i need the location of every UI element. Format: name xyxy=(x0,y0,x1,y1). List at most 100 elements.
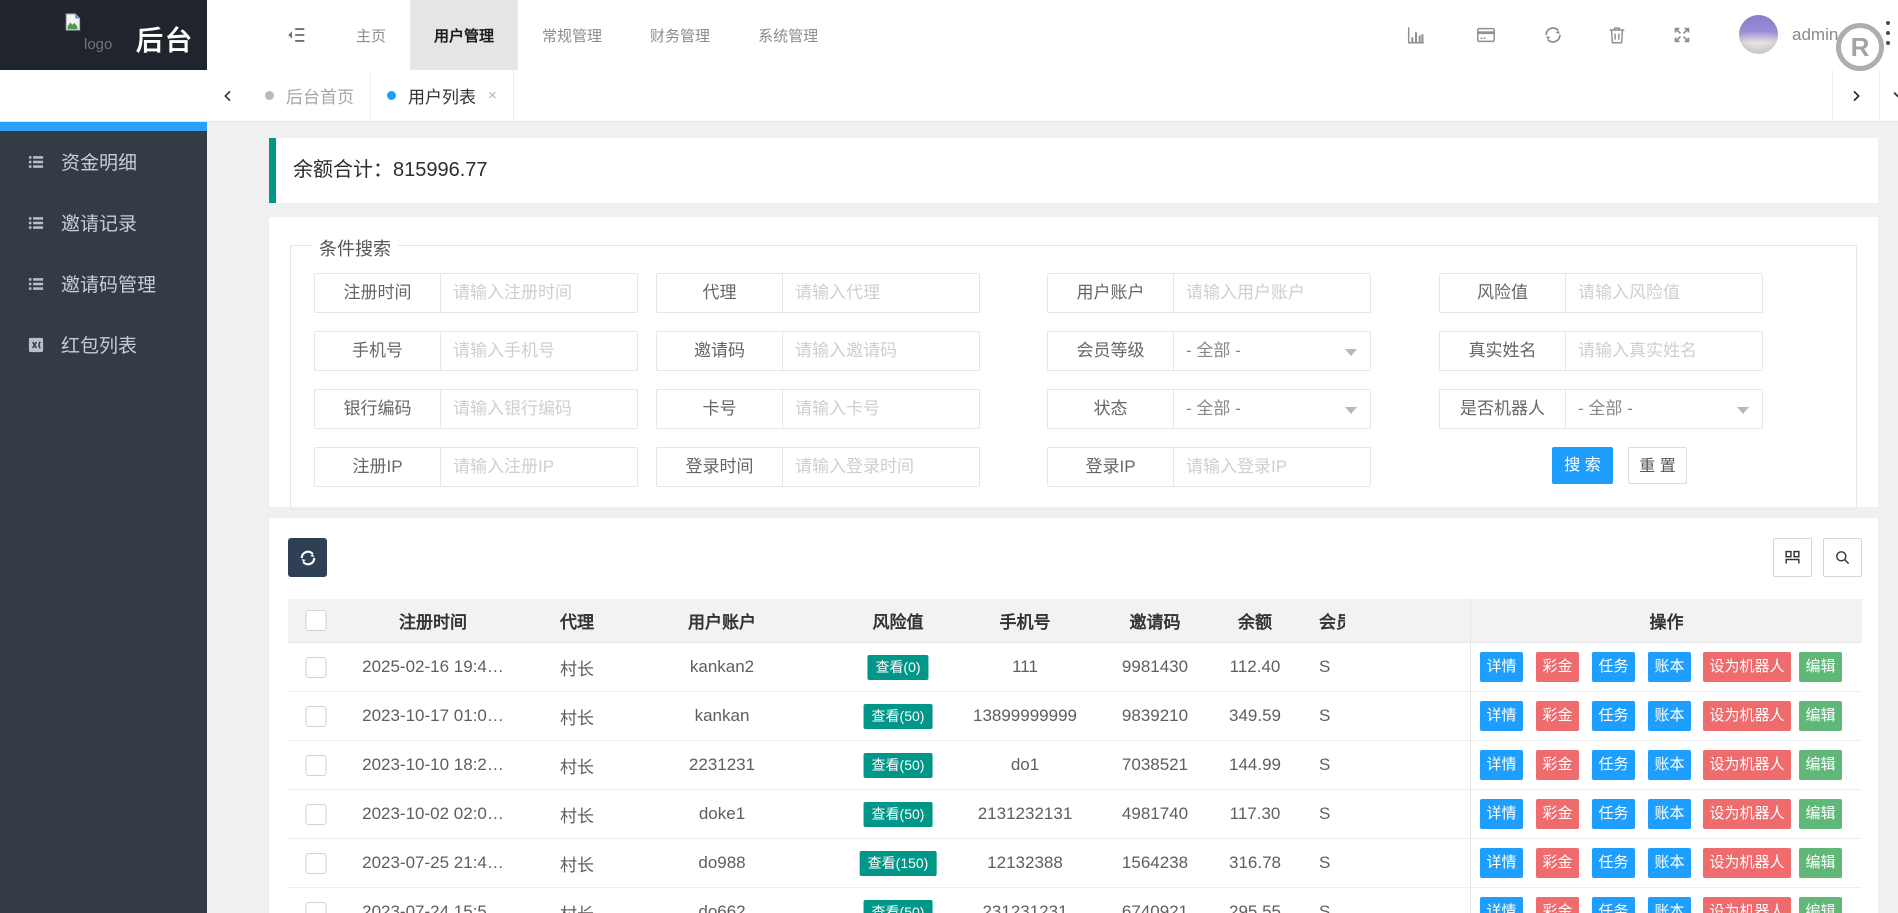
bar-chart-icon[interactable] xyxy=(1405,24,1427,46)
field-input[interactable]: 请输入注册IP xyxy=(440,447,638,487)
cell-phone: 231231231 xyxy=(982,902,1068,913)
field-input[interactable]: 请输入手机号 xyxy=(440,331,638,371)
table-search-button[interactable] xyxy=(1823,538,1862,577)
row-checkbox[interactable] xyxy=(305,803,327,825)
field-input[interactable]: 请输入用户账户 xyxy=(1173,273,1371,313)
op-button-task[interactable]: 任务 xyxy=(1592,848,1635,878)
op-button-task[interactable]: 任务 xyxy=(1592,652,1635,682)
nav-item-3[interactable]: 财务管理 xyxy=(626,0,734,70)
fullscreen-icon[interactable] xyxy=(1671,24,1693,46)
op-button-bonus[interactable]: 彩金 xyxy=(1536,799,1579,829)
risk-view-badge[interactable]: 查看(50) xyxy=(863,703,933,729)
op-button-set-robot[interactable]: 设为机器人 xyxy=(1703,701,1791,731)
op-button-set-robot[interactable]: 设为机器人 xyxy=(1703,848,1791,878)
op-button-bonus[interactable]: 彩金 xyxy=(1536,701,1579,731)
row-checkbox-cell xyxy=(305,888,327,913)
risk-view-badge[interactable]: 查看(150) xyxy=(859,850,937,876)
select-all-checkbox[interactable] xyxy=(305,610,327,631)
op-button-edit[interactable]: 编辑 xyxy=(1799,897,1842,913)
op-button-task[interactable]: 任务 xyxy=(1592,701,1635,731)
cell-balance: 117.30 xyxy=(1229,804,1281,823)
field-input[interactable]: 请输入真实姓名 xyxy=(1565,331,1763,371)
op-button-ledger[interactable]: 账本 xyxy=(1648,848,1691,878)
op-button-bonus[interactable]: 彩金 xyxy=(1536,750,1579,780)
avatar[interactable] xyxy=(1739,15,1778,54)
table-columns-button[interactable] xyxy=(1773,538,1812,577)
op-button-detail[interactable]: 详情 xyxy=(1480,701,1523,731)
op-button-edit[interactable]: 编辑 xyxy=(1799,701,1842,731)
op-button-ledger[interactable]: 账本 xyxy=(1648,652,1691,682)
field-input[interactable]: 请输入代理 xyxy=(782,273,980,313)
op-button-set-robot[interactable]: 设为机器人 xyxy=(1703,750,1791,780)
tab-close-icon[interactable]: × xyxy=(488,87,497,104)
field-label: 登录IP xyxy=(1047,447,1174,487)
op-button-ledger[interactable]: 账本 xyxy=(1648,897,1691,913)
row-checkbox[interactable] xyxy=(305,754,327,776)
op-button-detail[interactable]: 详情 xyxy=(1480,848,1523,878)
op-button-bonus[interactable]: 彩金 xyxy=(1536,848,1579,878)
field-input[interactable]: 请输入注册时间 xyxy=(440,273,638,313)
field-select[interactable]: - 全部 - xyxy=(1173,389,1371,429)
row-checkbox[interactable] xyxy=(305,656,327,678)
op-button-detail[interactable]: 详情 xyxy=(1480,652,1523,682)
op-button-detail[interactable]: 详情 xyxy=(1480,750,1523,780)
risk-view-badge[interactable]: 查看(50) xyxy=(863,899,933,913)
search-field-2: 用户账户 请输入用户账户 xyxy=(1047,273,1371,313)
op-button-task[interactable]: 任务 xyxy=(1592,799,1635,829)
field-label: 注册时间 xyxy=(314,273,441,313)
sidebar-item-4[interactable]: 红包列表 xyxy=(0,314,207,375)
op-button-task[interactable]: 任务 xyxy=(1592,750,1635,780)
trash-icon[interactable] xyxy=(1606,24,1628,46)
tabs-scroll-right-icon[interactable] xyxy=(1832,70,1880,121)
row-checkbox[interactable] xyxy=(305,901,327,913)
admin-username[interactable]: admin xyxy=(1792,0,1838,70)
field-input[interactable]: 请输入登录时间 xyxy=(782,447,980,487)
op-button-detail[interactable]: 详情 xyxy=(1480,799,1523,829)
field-input[interactable]: 请输入登录IP xyxy=(1173,447,1371,487)
search-button[interactable]: 搜 索 xyxy=(1552,447,1613,484)
field-input[interactable]: 请输入银行编码 xyxy=(440,389,638,429)
table-refresh-button[interactable] xyxy=(288,538,327,577)
op-button-bonus[interactable]: 彩金 xyxy=(1536,897,1579,913)
op-button-set-robot[interactable]: 设为机器人 xyxy=(1703,652,1791,682)
more-vertical-icon[interactable] xyxy=(1886,21,1891,51)
field-select[interactable]: - 全部 - xyxy=(1565,389,1763,429)
risk-view-badge[interactable]: 查看(0) xyxy=(867,654,929,680)
op-button-edit[interactable]: 编辑 xyxy=(1799,799,1842,829)
op-button-task[interactable]: 任务 xyxy=(1592,897,1635,913)
sidebar-item-2[interactable]: 邀请记录 xyxy=(0,192,207,253)
row-checkbox[interactable] xyxy=(305,705,327,727)
op-button-ledger[interactable]: 账本 xyxy=(1648,750,1691,780)
sidebar-item-3[interactable]: 邀请码管理 xyxy=(0,253,207,314)
nav-item-2[interactable]: 常规管理 xyxy=(518,0,626,70)
sidebar-collapse-icon[interactable] xyxy=(262,0,332,70)
risk-view-badge[interactable]: 查看(50) xyxy=(863,752,933,778)
field-input[interactable]: 请输入风险值 xyxy=(1565,273,1763,313)
tabs-scroll-left-icon[interactable] xyxy=(207,70,249,121)
field-input[interactable]: 请输入卡号 xyxy=(782,389,980,429)
op-button-edit[interactable]: 编辑 xyxy=(1799,848,1842,878)
tabs-dropdown-icon[interactable] xyxy=(1880,70,1898,121)
nav-item-1[interactable]: 用户管理 xyxy=(410,0,519,70)
field-select[interactable]: - 全部 - xyxy=(1173,331,1371,371)
nav-item-0[interactable]: 主页 xyxy=(332,0,410,70)
reset-button[interactable]: 重 置 xyxy=(1628,447,1687,484)
op-button-detail[interactable]: 详情 xyxy=(1480,897,1523,913)
tab-1[interactable]: 用户列表 × xyxy=(371,70,514,121)
credit-card-icon[interactable] xyxy=(1475,24,1497,46)
row-checkbox[interactable] xyxy=(305,852,327,874)
tab-0[interactable]: 后台首页 xyxy=(249,70,371,121)
field-input[interactable]: 请输入邀请码 xyxy=(782,331,980,371)
op-button-ledger[interactable]: 账本 xyxy=(1648,701,1691,731)
op-button-set-robot[interactable]: 设为机器人 xyxy=(1703,799,1791,829)
refresh-icon[interactable] xyxy=(1542,24,1564,46)
risk-view-badge[interactable]: 查看(50) xyxy=(863,801,933,827)
op-button-set-robot[interactable]: 设为机器人 xyxy=(1703,897,1791,913)
op-button-ledger[interactable]: 账本 xyxy=(1648,799,1691,829)
op-button-bonus[interactable]: 彩金 xyxy=(1536,652,1579,682)
sidebar-item-1[interactable]: 资金明细 xyxy=(0,131,207,192)
op-button-edit[interactable]: 编辑 xyxy=(1799,750,1842,780)
cell-level: S xyxy=(1319,755,1331,774)
op-button-edit[interactable]: 编辑 xyxy=(1799,652,1842,682)
nav-item-4[interactable]: 系统管理 xyxy=(734,0,842,70)
